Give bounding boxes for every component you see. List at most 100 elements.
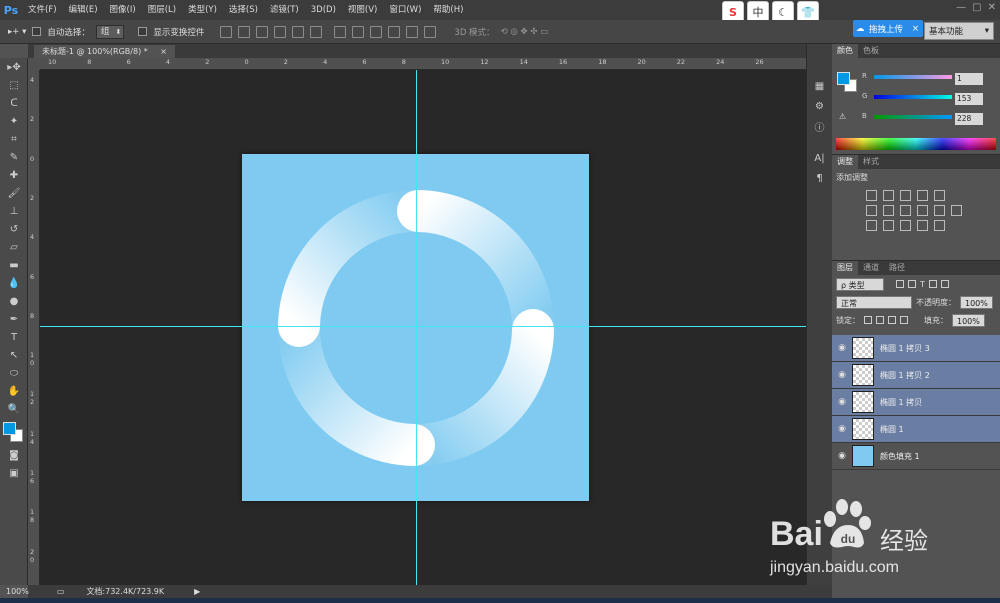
- menu-item[interactable]: 3D(D): [305, 0, 342, 20]
- menu-item[interactable]: 图层(L): [142, 0, 182, 20]
- menu-item[interactable]: 类型(Y): [182, 0, 223, 20]
- menu-item[interactable]: 窗口(W): [383, 0, 427, 20]
- visibility-eye-icon[interactable]: ◉: [832, 451, 852, 461]
- tab-swatches[interactable]: 色板: [858, 44, 884, 58]
- tab-color[interactable]: 颜色: [832, 44, 858, 58]
- eraser-tool-icon[interactable]: ▱: [0, 238, 28, 256]
- vibrance-icon[interactable]: [934, 190, 945, 201]
- status-export-icon[interactable]: ▭: [57, 587, 65, 596]
- properties-panel-icon[interactable]: ⚙: [811, 98, 829, 114]
- type-tool-icon[interactable]: T: [0, 328, 28, 346]
- history-brush-tool-icon[interactable]: ↺: [0, 220, 28, 238]
- maximize-icon[interactable]: ▢: [972, 2, 981, 13]
- gradient-map-icon[interactable]: [934, 220, 945, 231]
- status-menu-arrow-icon[interactable]: ▶: [194, 587, 200, 596]
- hand-tool-icon[interactable]: ✋: [0, 382, 28, 400]
- layer-row[interactable]: ◉ 颜色填充 1: [832, 443, 1000, 470]
- character-panel-icon[interactable]: A|: [811, 150, 829, 166]
- layer-row[interactable]: ◉ 椭圆 1 拷贝 2: [832, 362, 1000, 389]
- color-swatches[interactable]: [0, 418, 28, 446]
- layer-row[interactable]: ◉ 椭圆 1: [832, 416, 1000, 443]
- posterize-icon[interactable]: [883, 220, 894, 231]
- visibility-eye-icon[interactable]: ◉: [832, 397, 852, 407]
- tab-layers[interactable]: 图层: [832, 261, 858, 275]
- visibility-eye-icon[interactable]: ◉: [832, 343, 852, 353]
- exposure-icon[interactable]: [917, 190, 928, 201]
- align-right-icon[interactable]: [310, 25, 323, 38]
- distribute-hcenter-icon[interactable]: [406, 25, 419, 38]
- history-panel-icon[interactable]: ▦: [811, 78, 829, 94]
- distribute-right-icon[interactable]: [424, 25, 437, 38]
- 3d-tools-icon[interactable]: ⟲ ◎ ✥ ✣ ▭: [501, 27, 549, 37]
- tab-paths[interactable]: 路径: [884, 261, 910, 275]
- healing-brush-tool-icon[interactable]: ✚: [0, 166, 28, 184]
- black-white-icon[interactable]: [900, 205, 911, 216]
- gradient-tool-icon[interactable]: ▬: [0, 256, 28, 274]
- crop-tool-icon[interactable]: ⌗: [0, 130, 28, 148]
- auto-select-checkbox[interactable]: [32, 27, 42, 36]
- channel-b-slider[interactable]: [874, 115, 952, 119]
- channel-mixer-icon[interactable]: [934, 205, 945, 216]
- brightness-icon[interactable]: [866, 190, 877, 201]
- ellipse-tool-icon[interactable]: ⬭: [0, 364, 28, 382]
- layer-row[interactable]: ◉ 椭圆 1 拷贝: [832, 389, 1000, 416]
- tab-channels[interactable]: 通道: [858, 261, 884, 275]
- align-vcenter-icon[interactable]: [238, 25, 251, 38]
- channel-g-slider[interactable]: [874, 95, 952, 99]
- canvas-area[interactable]: [40, 70, 806, 585]
- photo-filter-icon[interactable]: [917, 205, 928, 216]
- blur-tool-icon[interactable]: 💧: [0, 274, 28, 292]
- visibility-eye-icon[interactable]: ◉: [832, 370, 852, 380]
- close-upload-icon[interactable]: ×: [912, 24, 919, 34]
- quick-mask-icon[interactable]: ◙: [0, 446, 28, 464]
- filter-shape-icon[interactable]: [928, 280, 937, 288]
- show-transform-checkbox[interactable]: [138, 27, 148, 36]
- tab-adjustments[interactable]: 调整: [832, 155, 858, 169]
- color-balance-icon[interactable]: [883, 205, 894, 216]
- lock-position-icon[interactable]: [888, 316, 896, 324]
- move-tool-icon[interactable]: ▸✥: [0, 58, 28, 76]
- eyedropper-tool-icon[interactable]: ✎: [0, 148, 28, 166]
- paragraph-panel-icon[interactable]: ¶: [811, 170, 829, 186]
- distribute-vcenter-icon[interactable]: [352, 25, 365, 38]
- menu-item[interactable]: 编辑(E): [63, 0, 104, 20]
- filter-pixel-icon[interactable]: [896, 280, 904, 288]
- menu-item[interactable]: 视图(V): [342, 0, 383, 20]
- close-icon[interactable]: ✕: [988, 2, 996, 13]
- channel-g-input[interactable]: 153: [955, 93, 983, 105]
- zoom-tool-icon[interactable]: 🔍: [0, 400, 28, 418]
- marquee-tool-icon[interactable]: ⬚: [0, 76, 28, 94]
- distribute-bottom-icon[interactable]: [370, 25, 383, 38]
- curves-icon[interactable]: [900, 190, 911, 201]
- drag-upload-button[interactable]: ☁ 拖拽上传 ×: [853, 20, 924, 37]
- filter-smart-icon[interactable]: [940, 280, 949, 288]
- horizontal-guide[interactable]: [40, 326, 806, 327]
- layer-filter-dropdown[interactable]: ρ 类型: [836, 277, 884, 291]
- clone-stamp-tool-icon[interactable]: ⊥: [0, 202, 28, 220]
- invert-icon[interactable]: [866, 220, 877, 231]
- channel-b-input[interactable]: 228: [955, 113, 983, 125]
- close-tab-icon[interactable]: ×: [160, 47, 167, 56]
- channel-r-input[interactable]: 1: [955, 73, 983, 85]
- lock-all-icon[interactable]: [900, 316, 908, 324]
- levels-icon[interactable]: [883, 190, 894, 201]
- align-left-icon[interactable]: [274, 25, 287, 38]
- pen-tool-icon[interactable]: ✒: [0, 310, 28, 328]
- fill-input[interactable]: 100%: [952, 313, 985, 327]
- menu-item[interactable]: 滤镜(T): [264, 0, 305, 20]
- filter-adjust-icon[interactable]: [908, 280, 916, 288]
- opacity-input[interactable]: 100%: [960, 295, 993, 309]
- path-selection-tool-icon[interactable]: ↖: [0, 346, 28, 364]
- screen-mode-icon[interactable]: ▣: [0, 464, 28, 482]
- brush-tool-icon[interactable]: 🖌: [0, 184, 28, 202]
- align-bottom-icon[interactable]: [256, 25, 269, 38]
- lasso-tool-icon[interactable]: ᑕ: [0, 94, 28, 112]
- menu-item[interactable]: 文件(F): [22, 0, 63, 20]
- zoom-level[interactable]: 100%: [4, 587, 29, 596]
- color-lookup-icon[interactable]: [951, 205, 962, 216]
- auto-select-dropdown[interactable]: 组: [95, 24, 125, 39]
- magic-wand-tool-icon[interactable]: ✦: [0, 112, 28, 130]
- foreground-color-swatch[interactable]: [3, 422, 16, 435]
- document-tab[interactable]: 未标题-1 @ 100%(RGB/8) * ×: [34, 45, 175, 58]
- hue-saturation-icon[interactable]: [866, 205, 877, 216]
